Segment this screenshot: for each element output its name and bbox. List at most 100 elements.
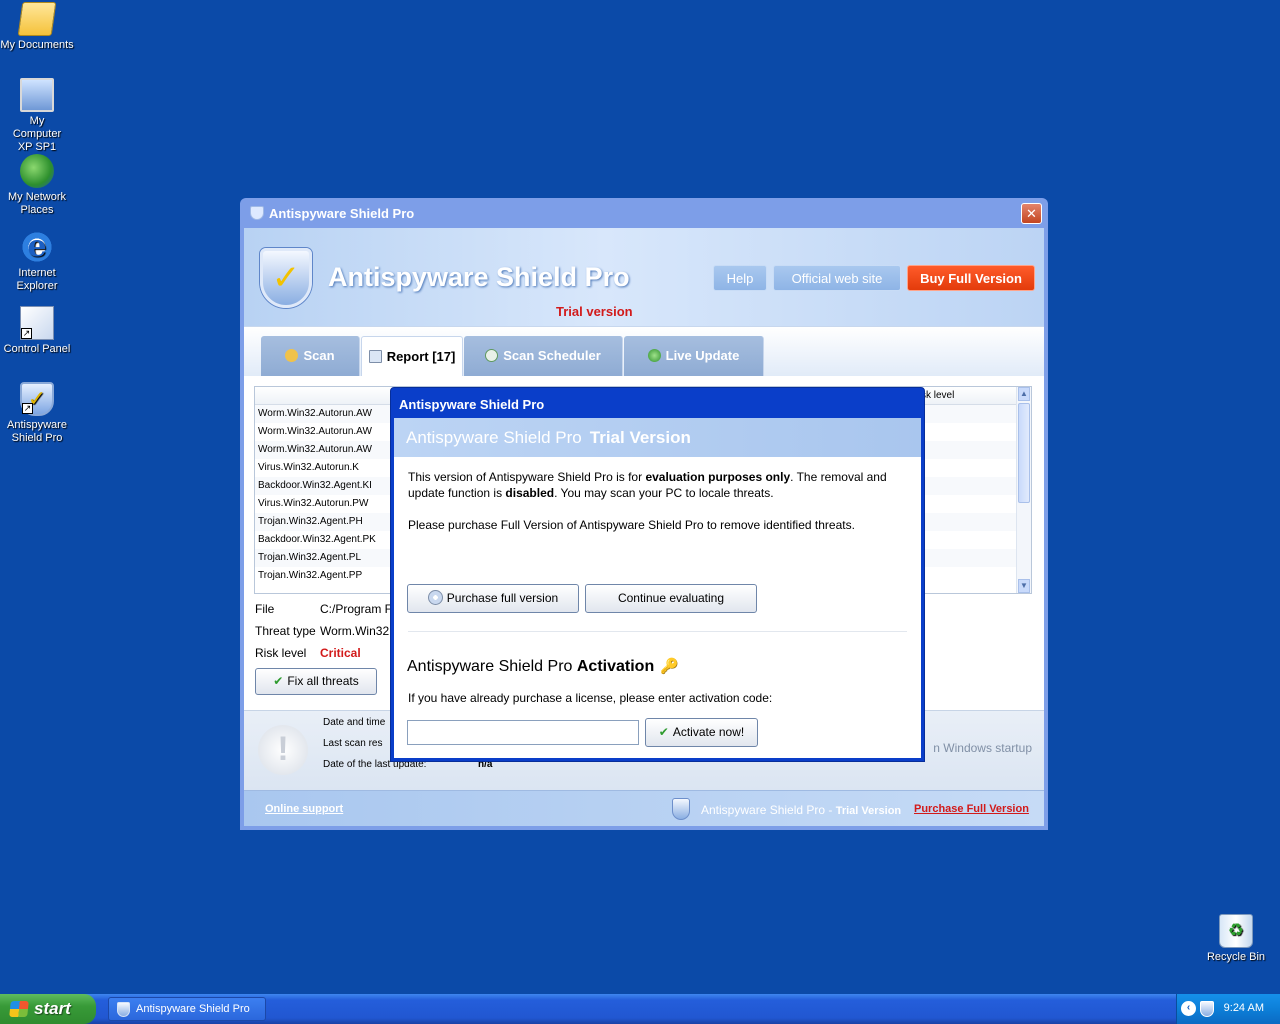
threat-type-label: Threat type xyxy=(255,624,316,638)
desktop-icon-label: Internet Explorer xyxy=(16,267,58,292)
desktop-icon-label: Recycle Bin xyxy=(1206,951,1266,963)
desktop-icon-label: Control Panel xyxy=(3,343,71,355)
desktop-icon-recycle-bin[interactable]: ♻ Recycle Bin xyxy=(1199,914,1273,964)
dialog-body: Antispyware Shield Pro Trial Version This… xyxy=(394,418,921,758)
activation-instructions: If you have already purchase a license, … xyxy=(408,691,773,705)
shortcut-arrow-icon: ↗ xyxy=(21,328,32,339)
taskbar: start Antispyware Shield Pro ‹ 9:24 AM xyxy=(0,994,1280,1024)
computer-icon xyxy=(20,78,54,112)
tab-live-update[interactable]: Live Update xyxy=(624,336,764,377)
risk-level-value: Critical xyxy=(320,646,361,660)
key-icon: 🔑 xyxy=(660,658,679,675)
evaluation-notice: This version of Antispyware Shield Pro i… xyxy=(408,469,908,501)
checkmark-icon: ✔ xyxy=(658,725,669,739)
dialog-titlebar[interactable]: Antispyware Shield Pro xyxy=(394,388,921,418)
dialog-header-name: Antispyware Shield Pro xyxy=(406,428,582,447)
desktop-icon-my-computer[interactable]: My Computer XP SP1 xyxy=(0,78,74,154)
online-support-link[interactable]: Online support xyxy=(265,803,343,815)
cd-icon xyxy=(427,590,443,605)
desktop-icon-my-documents[interactable]: My Documents xyxy=(0,2,74,52)
product-title: Antispyware Shield Pro xyxy=(328,262,630,292)
shield-icon: ✓ ↗ xyxy=(20,382,54,416)
fix-all-threats-label: Fix all threats xyxy=(287,674,359,688)
tab-report[interactable]: Report [17] xyxy=(361,336,463,377)
date-time-label: Date and time xyxy=(323,717,386,728)
shield-logo-icon: ✓ xyxy=(260,248,312,308)
activate-now-button[interactable]: ✔ Activate now! xyxy=(645,718,758,747)
tab-label: Report [17] xyxy=(386,349,456,364)
footer-brand-name: Antispyware Shield Pro xyxy=(701,803,826,817)
taskbar-item-antispyware[interactable]: Antispyware Shield Pro xyxy=(108,997,266,1021)
activate-now-label: Activate now! xyxy=(672,725,745,739)
fix-all-threats-button[interactable]: ✔ Fix all threats xyxy=(255,668,377,695)
desktop-icon-control-panel[interactable]: ↗ Control Panel xyxy=(0,306,74,356)
official-website-button[interactable]: Official web site xyxy=(773,265,901,291)
activation-bold: Activation xyxy=(576,658,655,675)
scroll-thumb[interactable] xyxy=(1018,403,1030,503)
desktop-icon-label: My Network Places xyxy=(7,191,67,216)
dialog-header-trial: Trial Version xyxy=(589,428,691,447)
risk-level-label: Risk level xyxy=(255,646,307,660)
document-icon xyxy=(368,350,382,363)
scroll-up-icon[interactable]: ▲ xyxy=(1018,387,1030,401)
start-button[interactable]: start xyxy=(0,994,96,1024)
shield-tray-icon[interactable] xyxy=(1200,1001,1214,1017)
purchase-notice: Please purchase Full Version of Antispyw… xyxy=(408,518,855,532)
tab-label: Scan xyxy=(303,348,335,363)
scroll-down-icon[interactable]: ▼ xyxy=(1018,579,1030,593)
windows-flag-icon xyxy=(9,1001,29,1017)
tab-bar: Scan Report [17] Scan Scheduler Live Upd… xyxy=(244,326,1044,377)
notice-bold-1: evaluation purposes only xyxy=(645,470,791,484)
desktop-icon-network-places[interactable]: My Network Places xyxy=(0,154,74,217)
warning-icon: ! xyxy=(258,725,308,775)
footer-brand: Antispyware Shield Pro - Trial Version xyxy=(701,803,901,817)
threat-list-scrollbar[interactable]: ▲ ▼ xyxy=(1016,387,1031,593)
activation-code-input[interactable] xyxy=(407,720,639,745)
purchase-full-version-link[interactable]: Purchase Full Version xyxy=(914,803,1029,815)
footer-brand-separator: - xyxy=(825,803,836,817)
help-button[interactable]: Help xyxy=(713,265,767,291)
purchase-button-label: Purchase full version xyxy=(446,591,559,605)
activation-title: Antispyware Shield Pro Activation 🔑 xyxy=(407,657,679,676)
dialog-header: Antispyware Shield Pro Trial Version xyxy=(394,418,921,457)
desktop-icon-internet-explorer[interactable]: e Internet Explorer xyxy=(0,230,74,293)
risk-level-column-header[interactable]: sk level xyxy=(921,390,954,401)
recycle-bin-icon: ♻ xyxy=(1219,914,1253,948)
threat-type-value: Worm.Win32 xyxy=(320,624,390,638)
close-button[interactable]: ✕ xyxy=(1021,203,1042,224)
tab-label: Scan Scheduler xyxy=(503,348,601,363)
shield-icon xyxy=(672,798,690,820)
checkmark-icon: ✔ xyxy=(273,674,284,688)
app-header: ✓ Antispyware Shield Pro Trial version H… xyxy=(244,228,1044,326)
clock[interactable]: 9:24 AM xyxy=(1224,1002,1264,1014)
activation-name: Antispyware Shield Pro xyxy=(407,658,573,675)
taskbar-item-label: Antispyware Shield Pro xyxy=(136,1003,250,1015)
trial-dialog: Antispyware Shield Pro Antispyware Shiel… xyxy=(390,387,925,762)
chevron-left-icon[interactable]: ‹ xyxy=(1181,1001,1196,1016)
tab-label: Live Update xyxy=(665,348,740,363)
continue-evaluating-button[interactable]: Continue evaluating xyxy=(585,584,757,613)
clock-icon xyxy=(485,349,499,362)
main-window-titlebar[interactable]: Antispyware Shield Pro xyxy=(244,198,1044,228)
trial-label: Trial version xyxy=(556,304,633,319)
folder-icon xyxy=(17,2,57,36)
purchase-full-version-button[interactable]: Purchase full version xyxy=(407,584,579,613)
file-label: File xyxy=(255,602,275,616)
globe-icon xyxy=(647,349,661,362)
buy-full-version-button[interactable]: Buy Full Version xyxy=(907,265,1035,291)
desktop-icon-label: My Documents xyxy=(0,39,74,51)
tab-scan-scheduler[interactable]: Scan Scheduler xyxy=(464,336,623,377)
notice-bold-2: disabled xyxy=(505,486,555,500)
shield-icon xyxy=(250,206,264,220)
notice-text-1: This version of Antispyware Shield Pro i… xyxy=(408,470,646,484)
tab-scan[interactable]: Scan xyxy=(261,336,360,377)
dialog-title: Antispyware Shield Pro xyxy=(399,397,545,412)
main-window-title: Antispyware Shield Pro xyxy=(269,205,415,221)
shield-icon xyxy=(117,1002,130,1017)
desktop-icon-antispyware[interactable]: ✓ ↗ Antispyware Shield Pro xyxy=(0,382,74,445)
start-label: start xyxy=(34,999,71,1018)
system-tray: ‹ 9:24 AM xyxy=(1176,994,1280,1024)
desktop-icon-label: Antispyware Shield Pro xyxy=(7,419,67,444)
last-scan-label: Last scan res xyxy=(323,738,383,749)
notice-text-3: . You may scan your PC to locale threats… xyxy=(554,486,774,500)
